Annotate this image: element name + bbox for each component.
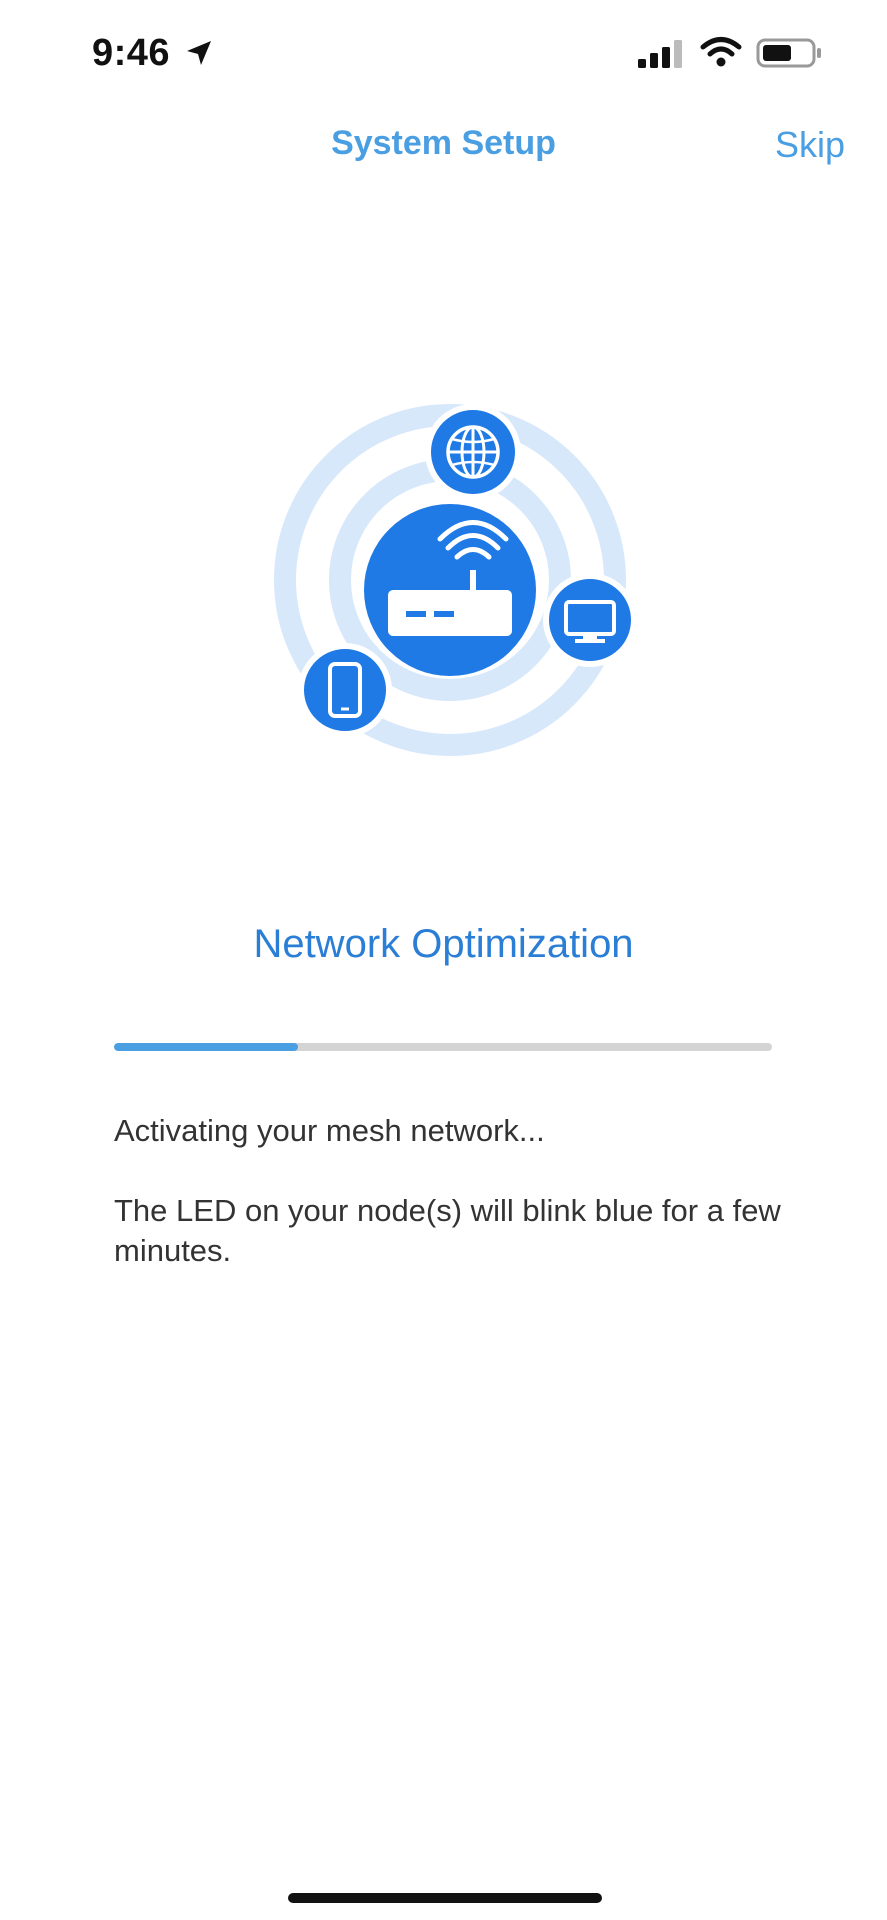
mesh-network-illustration — [274, 404, 637, 756]
cellular-signal-icon — [638, 40, 682, 68]
monitor-icon — [543, 573, 637, 667]
phone-icon — [298, 643, 392, 737]
globe-icon — [425, 404, 521, 500]
progress-fill — [114, 1043, 299, 1051]
router-icon — [364, 504, 536, 676]
info-text: The LED on your node(s) will blink blue … — [114, 1193, 781, 1269]
wifi-icon — [700, 37, 742, 67]
location-arrow-icon — [187, 41, 211, 65]
home-indicator[interactable] — [288, 1893, 602, 1903]
section-title: Network Optimization — [253, 922, 634, 966]
skip-button[interactable]: Skip — [775, 124, 845, 166]
battery-icon — [756, 38, 821, 68]
status-time: 9:46 — [92, 32, 171, 74]
progress-bar — [114, 1043, 772, 1051]
status-text: Activating your mesh network... — [114, 1113, 545, 1148]
page-title: System Setup — [331, 124, 556, 162]
status-bar: 9:46 — [0, 0, 887, 110]
